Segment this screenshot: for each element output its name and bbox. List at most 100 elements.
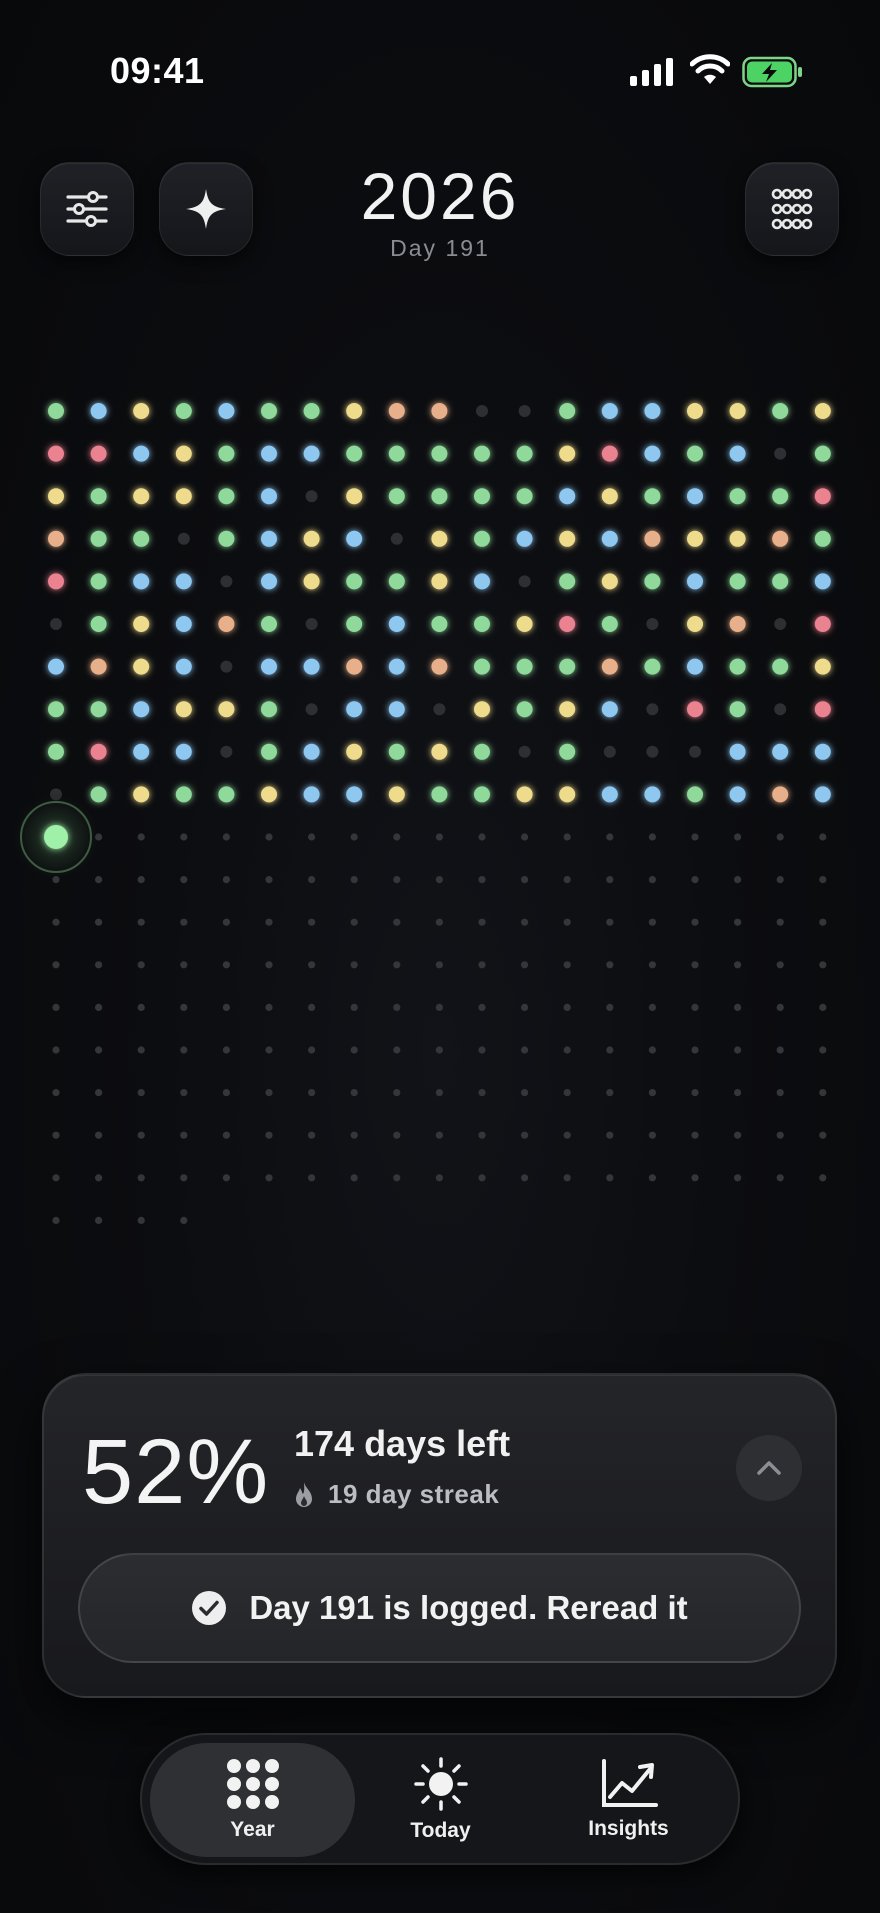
day-dot-65[interactable] (346, 530, 363, 547)
day-dot-89[interactable] (559, 573, 576, 590)
day-dot-177[interactable] (261, 786, 277, 803)
day-dot-190[interactable] (814, 786, 831, 803)
day-dot-181[interactable] (431, 786, 448, 803)
day-dot-149[interactable] (687, 701, 703, 718)
day-dot-6[interactable] (261, 403, 277, 419)
day-dot-74[interactable] (729, 530, 746, 547)
day-dot-59[interactable] (90, 530, 107, 547)
day-dot-83[interactable] (303, 573, 320, 590)
day-dot-123[interactable] (388, 658, 405, 675)
day-dot-28[interactable] (388, 445, 405, 462)
day-dot-126[interactable] (516, 658, 533, 675)
day-dot-73[interactable] (687, 530, 703, 547)
day-dot-146[interactable] (559, 701, 576, 718)
day-dot-26[interactable] (303, 445, 320, 462)
day-dot-94[interactable] (772, 573, 789, 590)
day-dot-135[interactable] (90, 701, 107, 718)
day-dot-37[interactable] (774, 447, 787, 460)
day-dot-48[interactable] (431, 488, 448, 505)
day-dot-13[interactable] (559, 403, 576, 419)
day-dot-109[interactable] (601, 616, 618, 632)
day-dot-162[interactable] (431, 743, 448, 760)
day-dot-5[interactable] (218, 403, 235, 419)
day-dot-132[interactable] (772, 658, 789, 675)
day-dot-78[interactable] (90, 573, 107, 590)
day-dot-67[interactable] (431, 530, 448, 547)
day-dot-97[interactable] (90, 616, 107, 632)
day-dot-180[interactable] (388, 786, 405, 803)
day-dot-24[interactable] (218, 445, 235, 462)
day-dot-106[interactable] (474, 616, 490, 632)
day-dot-185[interactable] (601, 786, 618, 803)
day-dot-34[interactable] (644, 445, 661, 462)
day-dot-58[interactable] (48, 530, 64, 547)
day-dot-4[interactable] (175, 403, 192, 419)
day-dot-66[interactable] (390, 532, 403, 545)
tab-year[interactable]: Year (150, 1743, 355, 1857)
day-dot-134[interactable] (48, 701, 64, 718)
day-dot-31[interactable] (516, 445, 533, 462)
day-dot-69[interactable] (516, 530, 533, 547)
day-dot-93[interactable] (729, 573, 746, 590)
day-dot-101[interactable] (261, 616, 277, 632)
day-dot-68[interactable] (474, 530, 490, 547)
day-dot-36[interactable] (729, 445, 746, 462)
day-dot-43[interactable] (218, 488, 235, 505)
day-dot-51[interactable] (559, 488, 576, 505)
day-dot-102[interactable] (305, 618, 318, 630)
day-dot-125[interactable] (474, 658, 490, 675)
day-dot-47[interactable] (388, 488, 405, 505)
day-dot-61[interactable] (177, 532, 190, 545)
day-dot-174[interactable] (133, 786, 150, 803)
day-dot-57[interactable] (814, 488, 831, 505)
day-dot-151[interactable] (774, 703, 787, 716)
day-dot-50[interactable] (516, 488, 533, 505)
day-dot-138[interactable] (218, 701, 235, 718)
day-dot-2[interactable] (90, 403, 107, 419)
day-dot-179[interactable] (346, 786, 363, 803)
day-dot-40[interactable] (90, 488, 107, 505)
day-dot-30[interactable] (474, 445, 490, 462)
day-dot-173[interactable] (90, 786, 107, 803)
day-dot-152[interactable] (814, 701, 831, 718)
day-dot-118[interactable] (175, 658, 192, 675)
day-dot-9[interactable] (388, 403, 405, 419)
day-dot-110[interactable] (646, 618, 659, 630)
day-dot-60[interactable] (133, 530, 150, 547)
day-dot-130[interactable] (687, 658, 703, 675)
day-dot-150[interactable] (729, 701, 746, 718)
day-dot-63[interactable] (261, 530, 277, 547)
day-dot-29[interactable] (431, 445, 448, 462)
day-dot-176[interactable] (218, 786, 235, 803)
day-dot-21[interactable] (90, 445, 107, 462)
day-dot-90[interactable] (601, 573, 618, 590)
day-dot-14[interactable] (601, 403, 618, 419)
day-dot-121[interactable] (303, 658, 320, 675)
day-dot-62[interactable] (218, 530, 235, 547)
day-dot-183[interactable] (516, 786, 533, 803)
day-dot-156[interactable] (175, 743, 192, 760)
tab-today[interactable]: Today (338, 1743, 543, 1857)
day-dot-114[interactable] (814, 616, 831, 632)
day-dot-160[interactable] (346, 743, 363, 760)
day-dot-107[interactable] (516, 616, 533, 632)
day-dot-54[interactable] (687, 488, 703, 505)
day-dot-45[interactable] (305, 490, 318, 503)
day-dot-136[interactable] (133, 701, 150, 718)
day-dot-85[interactable] (388, 573, 405, 590)
day-dot-140[interactable] (305, 703, 318, 716)
day-dot-166[interactable] (603, 745, 616, 758)
day-dot-10[interactable] (431, 403, 448, 419)
day-dot-148[interactable] (646, 703, 659, 716)
today-dot[interactable] (44, 825, 68, 849)
day-dot-80[interactable] (175, 573, 192, 590)
day-dot-168[interactable] (689, 745, 701, 758)
day-dot-164[interactable] (518, 745, 531, 758)
day-dot-145[interactable] (516, 701, 533, 718)
day-dot-171[interactable] (814, 743, 831, 760)
day-dot-81[interactable] (220, 575, 233, 588)
day-dot-87[interactable] (474, 573, 490, 590)
day-dot-122[interactable] (346, 658, 363, 675)
day-dot-64[interactable] (303, 530, 320, 547)
day-dot-165[interactable] (559, 743, 576, 760)
